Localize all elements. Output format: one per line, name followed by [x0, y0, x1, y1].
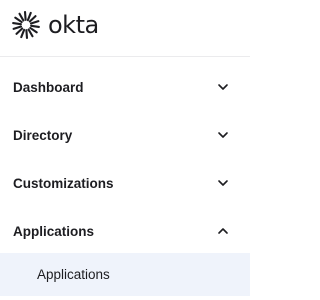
sidebar-item-label: Applications [13, 223, 95, 239]
logo-ray [29, 20, 40, 25]
logo-ray [20, 28, 26, 39]
logo-ray [28, 15, 37, 23]
logo-ray [12, 22, 22, 26]
logo-ray [12, 25, 23, 30]
chevron-down-icon [218, 180, 228, 186]
logo-ray [30, 24, 40, 28]
sidebar-item-dashboard[interactable]: Dashboard [0, 63, 250, 111]
logo-ray [18, 12, 25, 22]
logo-ray [26, 11, 32, 22]
logo-ray [27, 28, 34, 38]
sidebar-item-label: Directory [13, 127, 73, 143]
sidebar-item-customizations[interactable]: Customizations [0, 159, 250, 207]
header-divider [0, 56, 250, 57]
sidebar-subitem-label: Applications [37, 267, 110, 282]
logo-ray [29, 26, 38, 34]
chevron-up-icon [218, 228, 228, 234]
logo-ray [25, 29, 29, 39]
sidebar-item-applications[interactable]: Applications [0, 207, 250, 255]
okta-logo[interactable]: okta [12, 11, 99, 39]
logo-ray [23, 11, 27, 21]
logo-ray [15, 27, 24, 35]
okta-sunburst-icon [12, 11, 40, 39]
chevron-down-icon [218, 132, 228, 138]
sidebar-subitem-applications[interactable]: Applications [0, 253, 250, 296]
sidebar-item-label: Customizations [13, 175, 114, 191]
brand-name: okta [48, 11, 99, 39]
sidebar-item-directory[interactable]: Directory [0, 111, 250, 159]
chevron-down-icon [218, 84, 228, 90]
logo-ray [14, 16, 23, 24]
sidebar-item-label: Dashboard [13, 79, 84, 95]
sidebar-nav: Dashboard Directory Customizations Appli… [0, 60, 250, 255]
